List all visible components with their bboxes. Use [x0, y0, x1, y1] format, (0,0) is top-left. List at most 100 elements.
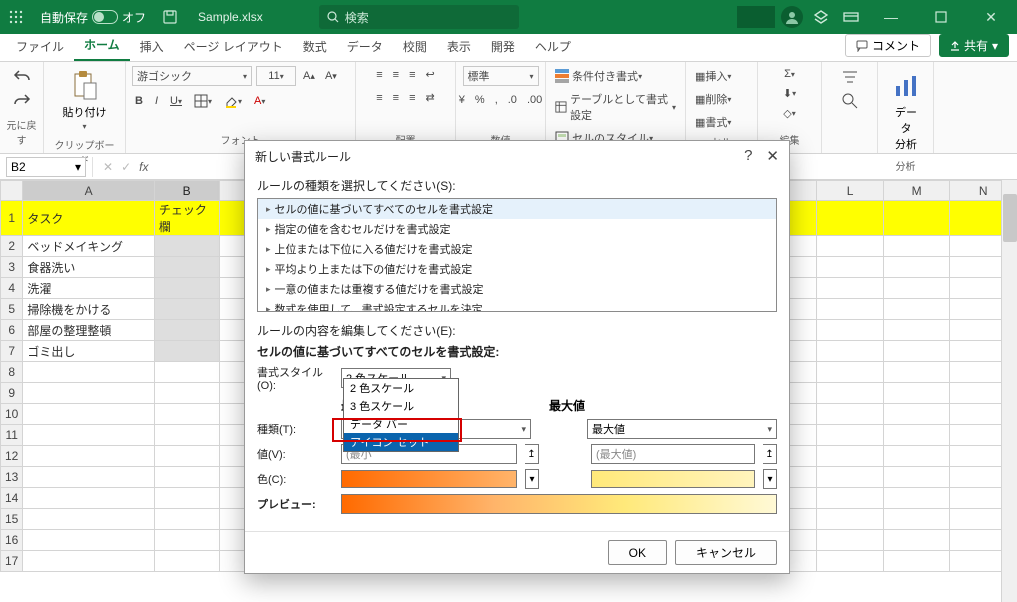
- max-type-select[interactable]: 最大値▾: [587, 419, 777, 439]
- cell[interactable]: チェック欄: [154, 201, 219, 236]
- row-header[interactable]: 14: [1, 488, 23, 509]
- italic-icon[interactable]: I: [152, 93, 161, 109]
- cell[interactable]: [817, 509, 883, 530]
- cell[interactable]: [154, 446, 219, 467]
- max-value-refedit-icon[interactable]: ↥: [763, 444, 777, 464]
- row-header[interactable]: 3: [1, 257, 23, 278]
- cell[interactable]: [23, 488, 154, 509]
- cell[interactable]: [817, 404, 883, 425]
- cell[interactable]: [817, 201, 883, 236]
- cell[interactable]: [23, 362, 154, 383]
- tab-help[interactable]: ヘルプ: [525, 32, 581, 61]
- fill-color-icon[interactable]: ▾: [221, 92, 245, 110]
- row-header[interactable]: 9: [1, 383, 23, 404]
- rule-type-item[interactable]: 上位または下位に入る値だけを書式設定: [258, 239, 776, 259]
- cell[interactable]: [154, 320, 219, 341]
- row-header[interactable]: 8: [1, 362, 23, 383]
- row-header[interactable]: 11: [1, 425, 23, 446]
- autosum-icon[interactable]: Σ ▾: [781, 66, 798, 82]
- dropdown-opt-databar[interactable]: データ バー: [344, 415, 458, 433]
- cell[interactable]: [154, 551, 219, 572]
- tab-formulas[interactable]: 数式: [293, 32, 337, 61]
- col-header-M[interactable]: M: [883, 181, 950, 201]
- data-analysis-button[interactable]: データ 分析: [884, 66, 928, 156]
- cell[interactable]: [883, 257, 950, 278]
- tell-me-search[interactable]: 検索: [319, 5, 519, 29]
- cell[interactable]: タスク: [23, 201, 154, 236]
- cell[interactable]: [817, 446, 883, 467]
- orgchart-icon[interactable]: [809, 5, 833, 29]
- row-header[interactable]: 5: [1, 299, 23, 320]
- cell[interactable]: [23, 467, 154, 488]
- row-header[interactable]: 17: [1, 551, 23, 572]
- tab-view[interactable]: 表示: [437, 32, 481, 61]
- font-color-icon[interactable]: A▾: [251, 93, 268, 109]
- select-all-corner[interactable]: [1, 181, 23, 201]
- row-header[interactable]: 10: [1, 404, 23, 425]
- formula-check-icon[interactable]: ✓: [117, 160, 135, 174]
- name-box[interactable]: B2 ▾: [6, 157, 86, 177]
- bold-icon[interactable]: B: [132, 93, 146, 109]
- cell[interactable]: [154, 341, 219, 362]
- insert-cells-button[interactable]: ▦ 挿入 ▾: [692, 66, 734, 86]
- cell[interactable]: [817, 383, 883, 404]
- col-header-B[interactable]: B: [154, 181, 219, 201]
- cell[interactable]: [883, 236, 950, 257]
- cell[interactable]: [883, 383, 950, 404]
- row-header[interactable]: 6: [1, 320, 23, 341]
- cell[interactable]: 食器洗い: [23, 257, 154, 278]
- format-cells-button[interactable]: ▦ 書式 ▾: [692, 112, 734, 132]
- cell[interactable]: [23, 446, 154, 467]
- format-as-table-button[interactable]: テーブルとして書式設定 ▾: [552, 89, 679, 125]
- cell[interactable]: [817, 257, 883, 278]
- cell[interactable]: [154, 425, 219, 446]
- row-header[interactable]: 16: [1, 530, 23, 551]
- cell[interactable]: [817, 425, 883, 446]
- cell[interactable]: ベッドメイキング: [23, 236, 154, 257]
- cell[interactable]: [817, 362, 883, 383]
- cell[interactable]: [883, 425, 950, 446]
- window-maximize-icon[interactable]: [919, 2, 963, 32]
- rule-type-item[interactable]: 平均より上または下の値だけを書式設定: [258, 259, 776, 279]
- comma-icon[interactable]: ,: [492, 92, 501, 108]
- col-header-A[interactable]: A: [23, 181, 154, 201]
- max-color-caret-icon[interactable]: ▾: [763, 469, 777, 489]
- border-icon[interactable]: ▾: [191, 92, 215, 110]
- delete-cells-button[interactable]: ▦ 削除 ▾: [692, 89, 734, 109]
- max-color-select[interactable]: [591, 470, 755, 488]
- row-header[interactable]: 12: [1, 446, 23, 467]
- cell[interactable]: [817, 299, 883, 320]
- row-header[interactable]: 7: [1, 341, 23, 362]
- align-mid-icon[interactable]: ≡: [390, 66, 402, 83]
- cell[interactable]: [817, 236, 883, 257]
- sort-filter-icon[interactable]: [838, 66, 862, 88]
- cell[interactable]: [883, 320, 950, 341]
- cell[interactable]: [154, 530, 219, 551]
- fill-down-icon[interactable]: ⬇ ▾: [780, 85, 799, 102]
- increase-font-icon[interactable]: A▴: [300, 68, 318, 84]
- window-close-icon[interactable]: ✕: [969, 2, 1013, 32]
- cell[interactable]: [817, 341, 883, 362]
- conditional-format-button[interactable]: 条件付き書式 ▾: [552, 66, 645, 86]
- tab-data[interactable]: データ: [337, 32, 393, 61]
- cell[interactable]: [817, 278, 883, 299]
- dialog-close-icon[interactable]: ✕: [766, 147, 779, 165]
- window-minimize-icon[interactable]: —: [869, 2, 913, 32]
- cell[interactable]: [154, 299, 219, 320]
- cell[interactable]: [883, 488, 950, 509]
- row-header[interactable]: 13: [1, 467, 23, 488]
- formula-cancel-icon[interactable]: ✕: [99, 160, 117, 174]
- currency-icon[interactable]: ¥: [456, 92, 468, 108]
- row-header[interactable]: 15: [1, 509, 23, 530]
- min-color-caret-icon[interactable]: ▾: [525, 469, 539, 489]
- cell[interactable]: [817, 530, 883, 551]
- cell[interactable]: [154, 362, 219, 383]
- tab-review[interactable]: 校閲: [393, 32, 437, 61]
- cell[interactable]: [23, 509, 154, 530]
- max-value-input[interactable]: (最大値): [591, 444, 755, 464]
- paste-button[interactable]: 貼り付け ▾: [57, 66, 113, 135]
- ok-button[interactable]: OK: [608, 540, 667, 565]
- save-icon[interactable]: [158, 5, 182, 29]
- decrease-font-icon[interactable]: A▾: [322, 68, 340, 84]
- align-center-icon[interactable]: ≡: [390, 89, 402, 106]
